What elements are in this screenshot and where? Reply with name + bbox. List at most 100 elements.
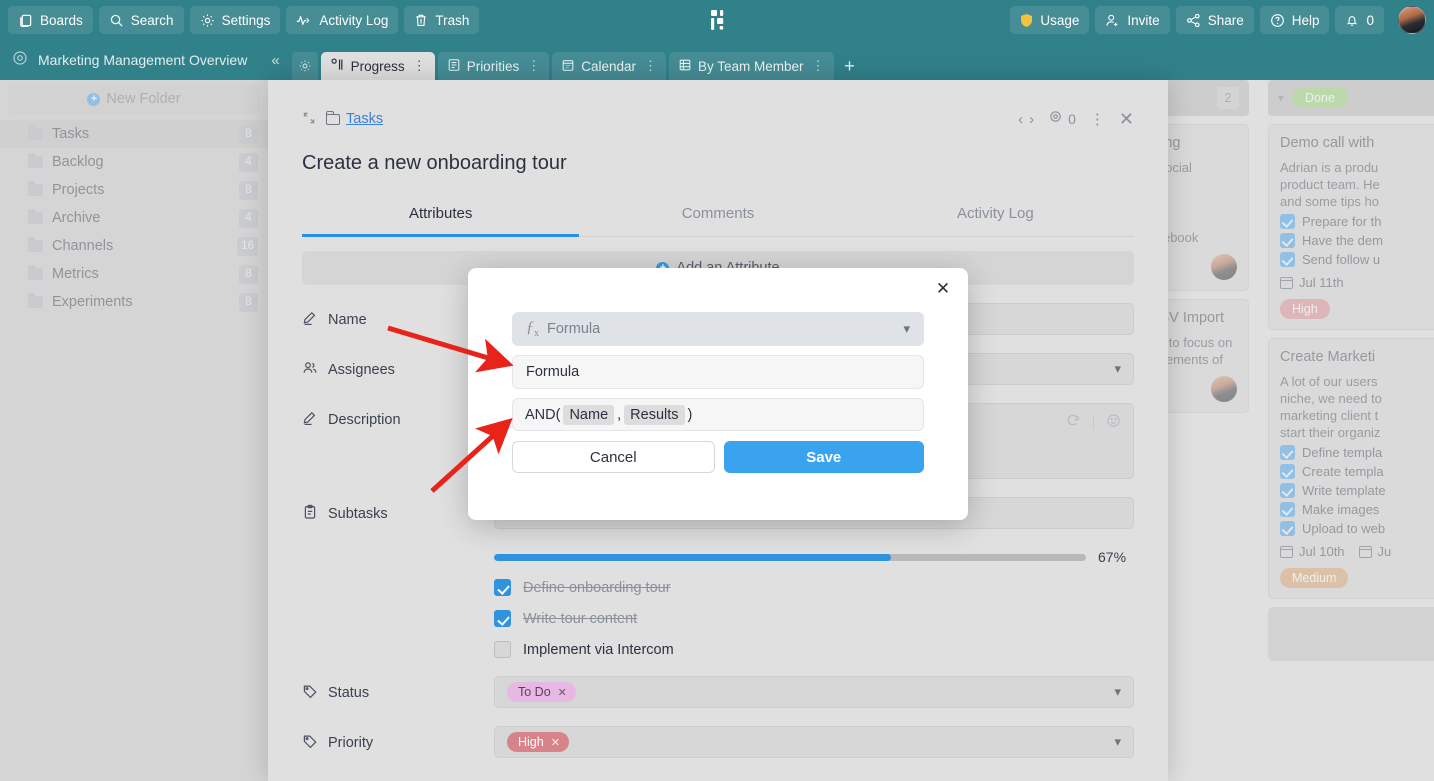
formula-expression-input[interactable]: AND( Name , Results ) [512,398,924,431]
close-icon[interactable]: ✕ [932,278,954,300]
chevron-down-icon[interactable]: ▾ [1114,361,1121,377]
chevron-down-icon[interactable]: ▾ [903,321,910,337]
kebab-menu-icon[interactable]: ⋮ [1090,110,1105,128]
checkbox-checked-icon[interactable] [494,610,511,627]
checkbox-checked-icon[interactable] [494,579,511,596]
checkbox-checked-icon[interactable] [1280,214,1295,229]
checkbox-checked-icon[interactable] [1280,233,1295,248]
boards-button[interactable]: Boards [8,6,93,34]
chevron-down-icon[interactable]: ▾ [1114,684,1121,700]
card-subtask: Have the dem [1280,233,1434,248]
user-plus-icon [1105,13,1120,28]
sidebar-item-archive[interactable]: Archive 4 [0,204,268,232]
progress-percent: 67% [1098,549,1127,565]
trash-icon [414,13,428,28]
chevron-right-icon[interactable]: › [1029,111,1034,128]
priority-select[interactable]: High ✕ ▾ [494,726,1134,758]
search-button[interactable]: Search [98,6,184,34]
chevron-down-icon[interactable]: ▾ [1278,91,1284,105]
notifications-button[interactable]: 0 [1335,6,1384,34]
save-button[interactable]: Save [723,441,924,473]
gear-icon [200,13,215,28]
tab-progress-menu-icon[interactable]: ⋮ [413,58,426,74]
chevron-down-icon[interactable]: ▾ [1114,734,1121,750]
settings-button[interactable]: Settings [189,6,281,34]
folder-icon [28,209,43,224]
share-button[interactable]: Share [1175,6,1254,34]
checkbox-checked-icon[interactable] [1280,483,1295,498]
user-avatar[interactable] [1398,6,1426,34]
cancel-button[interactable]: Cancel [512,441,715,473]
calendar-icon [1358,545,1372,558]
checkbox-checked-icon[interactable] [1280,252,1295,267]
x-icon[interactable]: ✕ [551,736,560,749]
table-icon [678,58,692,75]
checkbox-checked-icon[interactable] [1280,445,1295,460]
formula-separator: , [617,406,622,423]
activity-log-button[interactable]: Activity Log [286,6,399,34]
redo-icon[interactable] [1066,413,1081,431]
breadcrumb-link-tasks[interactable]: Tasks [346,111,383,127]
tab-by-team-member[interactable]: By Team Member ⋮ [669,52,834,80]
pencil-icon [302,310,318,330]
subtask-item[interactable]: Define onboarding tour [494,579,1134,596]
sidebar-item-backlog[interactable]: Backlog 4 [0,148,268,176]
formula-name-input[interactable]: Formula [512,355,924,389]
close-icon[interactable]: ✕ [1119,109,1134,130]
usage-button[interactable]: Usage [1010,6,1090,34]
trash-button[interactable]: Trash [404,6,480,34]
add-view-button[interactable]: + [837,52,863,80]
checkbox-checked-icon[interactable] [1280,464,1295,479]
attribute-label-text: Status [328,685,370,701]
sidebar-item-tasks[interactable]: Tasks 8 [0,120,268,148]
checkbox-unchecked-icon[interactable] [494,641,511,658]
tab-priorities[interactable]: Priorities ⋮ [437,52,550,80]
subtask-item[interactable]: Write tour content [494,610,1134,627]
x-icon[interactable]: ✕ [558,686,567,699]
status-badge-label: To Do [518,685,551,699]
subtask-item[interactable]: Implement via Intercom [494,641,1134,658]
fx-icon: ƒx [526,318,539,340]
sidebar-item-projects[interactable]: Projects 8 [0,176,268,204]
formula-token-name[interactable]: Name [563,404,615,425]
tab-priorities-menu-icon[interactable]: ⋮ [527,58,540,74]
invite-button[interactable]: Invite [1095,6,1170,34]
sidebar-item-channels[interactable]: Channels 16 [0,232,268,260]
status-select[interactable]: To Do ✕ ▾ [494,676,1134,708]
chevron-left-icon[interactable]: ‹ [1018,111,1023,128]
attribute-type-label: Formula [547,321,601,337]
formula-token-results[interactable]: Results [624,404,685,425]
attribute-label: Status [302,676,494,703]
emoji-icon[interactable] [1106,413,1121,431]
kanban-card[interactable]: Create Marketi A lot of our users niche,… [1268,338,1434,599]
expand-icon[interactable] [302,111,316,128]
checkbox-checked-icon[interactable] [1280,521,1295,536]
eye-icon[interactable] [1048,110,1063,128]
tab-comments[interactable]: Comments [579,195,856,236]
tab-calendar-menu-icon[interactable]: ⋮ [644,58,657,74]
sidebar-item-experiments[interactable]: Experiments 8 [0,288,268,316]
kanban-card[interactable]: Demo call with Adrian is a produ product… [1268,124,1434,330]
chevrons-left-icon[interactable]: « [271,52,279,69]
attribute-label-text: Subtasks [328,506,388,522]
tab-activity-log[interactable]: Activity Log [857,195,1134,236]
tab-by-team-member-menu-icon[interactable]: ⋮ [812,58,825,74]
toolbar-divider [1093,414,1094,430]
help-button[interactable]: Help [1259,6,1330,34]
sidebar-item-metrics[interactable]: Metrics 8 [0,260,268,288]
question-circle-icon [1270,13,1285,28]
view-settings-button[interactable] [291,52,318,80]
checkbox-checked-icon[interactable] [1280,502,1295,517]
attribute-type-select[interactable]: ƒx Formula ▾ [512,312,924,346]
folder-label: Experiments [52,294,133,310]
tab-progress[interactable]: Progress ⋮ [320,52,435,80]
card-subtask: Define templa [1280,445,1434,460]
kanban-card-placeholder[interactable] [1268,607,1434,661]
card-date-row: Jul 10th Ju [1280,544,1434,559]
folder-label: Tasks [52,126,90,142]
task-modal-header: Tasks ‹ › 0 ⋮ ✕ Create a new onboarding … [268,80,1168,237]
tab-calendar[interactable]: Calendar ⋮ [552,52,666,80]
card-subtask-label: Have the dem [1302,233,1383,248]
tab-attributes[interactable]: Attributes [302,195,580,237]
new-folder-button[interactable]: + New Folder [8,84,260,114]
